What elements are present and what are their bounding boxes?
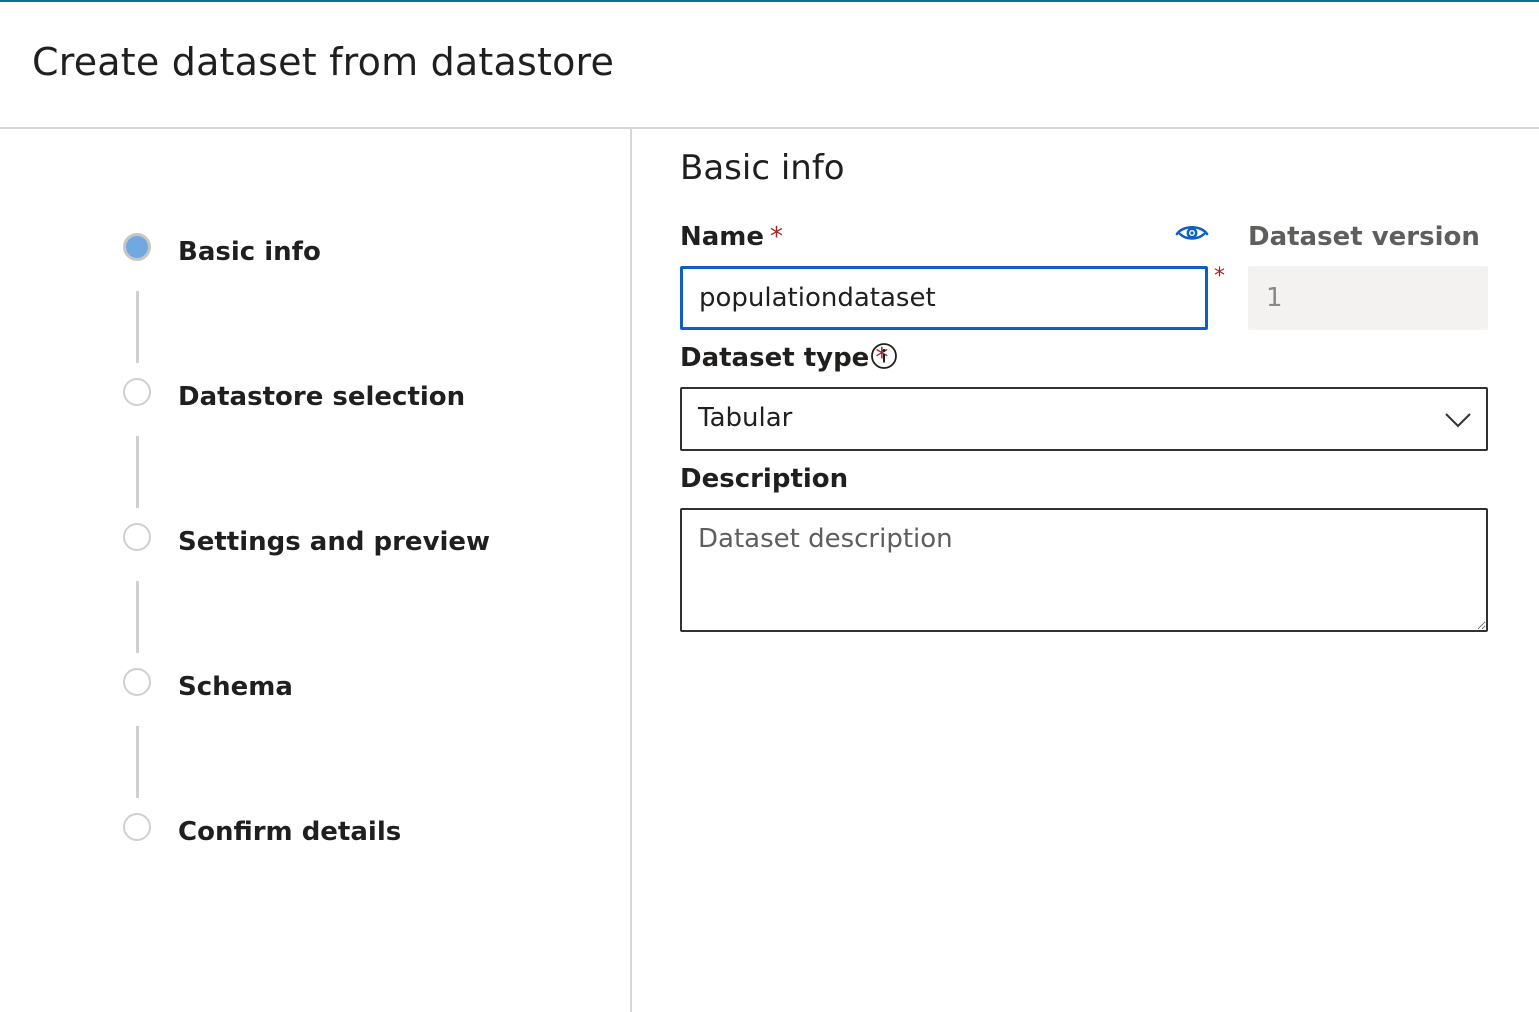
required-marker: *	[1214, 264, 1225, 289]
chevron-down-icon	[1445, 413, 1471, 428]
vertical-divider	[630, 129, 632, 1012]
name-input[interactable]	[680, 266, 1208, 330]
dataset-version-label: Dataset version	[1248, 222, 1480, 252]
step-basic-info[interactable]: Basic info	[178, 237, 321, 267]
dataset-type-dropdown[interactable]: Tabular	[680, 387, 1488, 451]
eye-icon[interactable]	[1174, 220, 1210, 248]
step-schema[interactable]: Schema	[178, 672, 293, 702]
step-connector	[136, 726, 139, 798]
dataset-type-selected: Tabular	[698, 403, 793, 433]
step-settings-and-preview[interactable]: Settings and preview	[178, 527, 490, 557]
name-label-text: Name	[680, 222, 765, 252]
step-connector	[136, 291, 139, 363]
required-marker: *	[770, 222, 784, 252]
description-textarea[interactable]	[680, 508, 1488, 632]
step-indicator-settings-and-preview	[123, 523, 151, 551]
wizard-stepper: Basic info Datastore selection Settings …	[0, 129, 630, 1012]
dataset-type-label: Dataset type *	[680, 343, 888, 373]
dataset-version-input	[1248, 266, 1488, 330]
step-indicator-confirm-details	[123, 813, 151, 841]
step-indicator-basic-info	[123, 233, 151, 261]
dataset-type-label-text: Dataset type	[680, 343, 870, 373]
step-indicator-schema	[123, 668, 151, 696]
page-title: Create dataset from datastore	[32, 40, 615, 84]
panel-header: Create dataset from datastore	[0, 2, 1539, 129]
step-indicator-datastore-selection	[123, 378, 151, 406]
step-connector	[136, 436, 139, 508]
step-confirm-details[interactable]: Confirm details	[178, 817, 401, 847]
description-label: Description	[680, 464, 849, 494]
name-label: Name *	[680, 222, 783, 252]
step-connector	[136, 581, 139, 653]
step-datastore-selection[interactable]: Datastore selection	[178, 382, 465, 412]
info-icon[interactable]	[870, 342, 898, 370]
section-title: Basic info	[680, 148, 845, 188]
